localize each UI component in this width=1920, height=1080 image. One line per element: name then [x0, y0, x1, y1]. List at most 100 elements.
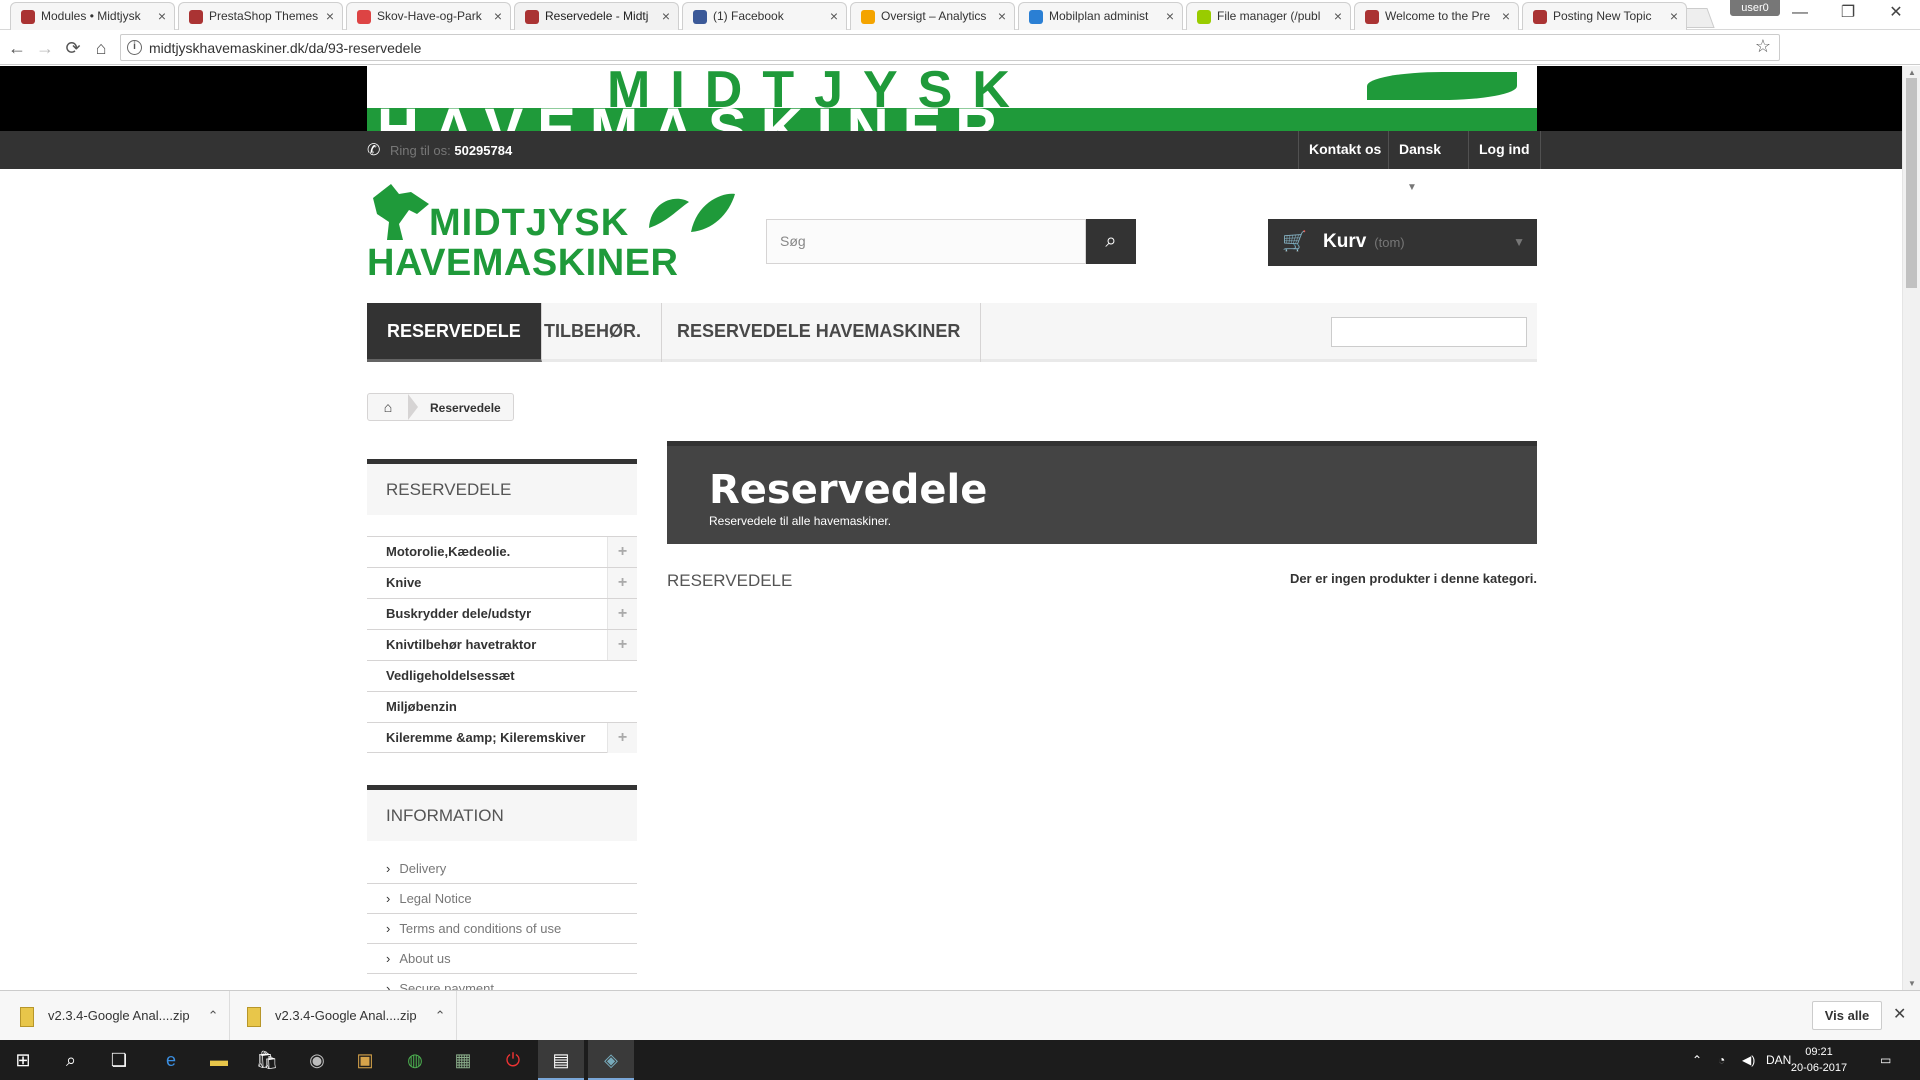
menu-search-input[interactable] — [1331, 317, 1527, 347]
info-link[interactable]: › About us — [367, 944, 637, 974]
tray-chevron-icon[interactable]: ⌃ — [1692, 1040, 1702, 1080]
prestashop-icon — [189, 10, 203, 24]
close-tab-icon[interactable]: × — [1334, 3, 1342, 29]
chevron-up-icon[interactable]: ⌃ — [435, 1008, 446, 1023]
download-item[interactable]: v2.3.4-Google Anal....zip ⌃ — [247, 991, 457, 1041]
category-label: Knive — [386, 575, 422, 590]
store-icon[interactable]: 🛍 — [244, 1040, 290, 1080]
menu-item-tilbehor[interactable]: TILBEHØR. — [524, 303, 662, 362]
site-logo[interactable]: MIDTJYSK HAVEMASKINER — [367, 184, 737, 284]
edge-icon[interactable]: e — [148, 1040, 194, 1080]
bookmark-star-icon[interactable]: ☆ — [1755, 36, 1771, 57]
tab-strip: user0 — ❐ ✕ Modules • Midtjysk × PrestaSho… — [0, 0, 1920, 30]
scrollbar-thumb[interactable] — [1906, 78, 1917, 288]
info-link[interactable]: › Legal Notice — [367, 884, 637, 914]
browser-tab[interactable]: Reservedele - Midtj × — [514, 2, 679, 30]
category-item[interactable]: Knive + — [367, 567, 637, 598]
app-icon[interactable]: ▦ — [440, 1040, 486, 1080]
banner-text-bottom: HAVEMASKINER — [377, 97, 1012, 131]
close-tab-icon[interactable]: × — [998, 3, 1006, 29]
expand-plus-icon[interactable]: + — [607, 568, 637, 598]
close-window-icon[interactable]: ✕ — [1876, 2, 1916, 24]
close-icon[interactable]: ✕ — [1893, 1004, 1906, 1024]
scroll-up-icon[interactable]: ▲ — [1908, 68, 1916, 77]
profile-chip[interactable]: user0 — [1730, 0, 1780, 16]
clock[interactable]: 09:21 20-06-2017 — [1784, 1044, 1854, 1076]
search-input[interactable]: Søg — [766, 219, 1086, 264]
browser-tab[interactable]: Welcome to the Pre × — [1354, 2, 1519, 30]
minimize-icon[interactable]: — — [1780, 2, 1820, 24]
close-tab-icon[interactable]: × — [662, 3, 670, 29]
language-selector[interactable]: Dansk ▼ — [1388, 131, 1463, 193]
notepad-icon[interactable]: ▤ — [538, 1040, 584, 1080]
expand-plus-icon[interactable]: + — [607, 537, 637, 567]
browser-tab[interactable]: (1) Facebook × — [682, 2, 847, 30]
info-link[interactable]: › Delivery — [367, 854, 637, 884]
close-tab-icon[interactable]: × — [1670, 3, 1678, 29]
chevron-up-icon[interactable]: ⌃ — [208, 1008, 219, 1023]
close-tab-icon[interactable]: × — [1502, 3, 1510, 29]
info-link[interactable]: › Secure payment — [367, 974, 637, 990]
category-item[interactable]: Miljøbenzin — [367, 691, 637, 722]
close-tab-icon[interactable]: × — [494, 3, 502, 29]
category-item[interactable]: Buskrydder dele/udstyr + — [367, 598, 637, 629]
show-all-downloads-button[interactable]: Vis alle — [1812, 1001, 1882, 1030]
phone-icon: ✆ — [367, 142, 381, 159]
forward-icon[interactable]: → — [32, 35, 58, 61]
file-explorer-icon[interactable]: ▬ — [196, 1040, 242, 1080]
home-icon[interactable]: ⌂ — [88, 35, 114, 61]
app-icon[interactable]: ◈ — [588, 1040, 634, 1080]
browser-tab[interactable]: Skov-Have-og-Park × — [346, 2, 511, 30]
expand-plus-icon[interactable]: + — [607, 723, 637, 753]
close-tab-icon[interactable]: × — [830, 3, 838, 29]
url-text[interactable]: midtjyskhavemaskiner.dk/da/93-reservedel… — [149, 40, 421, 56]
close-tab-icon[interactable]: × — [158, 3, 166, 29]
browser-tab[interactable]: Mobilplan administ × — [1018, 2, 1183, 30]
category-item[interactable]: Knivtilbehør havetraktor + — [367, 629, 637, 660]
browser-tab[interactable]: Posting New Topic × — [1522, 2, 1687, 30]
expand-plus-icon[interactable]: + — [607, 599, 637, 629]
search-button[interactable]: ⌕ — [1086, 219, 1136, 264]
menu-item-reservedele[interactable]: RESERVEDELE — [367, 303, 542, 362]
chrome-icon[interactable]: ◍ — [392, 1040, 438, 1080]
notification-icon[interactable]: ▭ — [1880, 1040, 1891, 1080]
browser-tab[interactable]: Oversigt – Analytics × — [850, 2, 1015, 30]
expand-plus-icon[interactable]: + — [607, 630, 637, 660]
browser-tab[interactable]: File manager (/publ × — [1186, 2, 1351, 30]
windows-start-icon[interactable]: ⊞ — [0, 1040, 46, 1080]
cart-button[interactable]: 🛒 Kurv (tom) ▼ — [1268, 219, 1537, 266]
breadcrumb-current: Reservedele — [430, 401, 501, 415]
browser-tab[interactable]: PrestaShop Themes × — [178, 2, 343, 30]
close-tab-icon[interactable]: × — [326, 3, 334, 29]
close-tab-icon[interactable]: × — [1166, 3, 1174, 29]
browser-tab[interactable]: Modules • Midtjysk × — [10, 2, 175, 30]
contact-link[interactable]: Kontakt os — [1298, 131, 1391, 169]
task-view-icon[interactable]: ❏ — [96, 1040, 142, 1080]
search-icon[interactable]: ⌕ — [48, 1040, 94, 1080]
prestashop-icon — [525, 10, 539, 24]
reload-icon[interactable]: ⟳ — [60, 35, 86, 61]
leaves-logo-icon — [649, 193, 735, 232]
download-item[interactable]: v2.3.4-Google Anal....zip ⌃ — [20, 991, 230, 1041]
info-link[interactable]: › Terms and conditions of use — [367, 914, 637, 944]
address-bar-row: ← → ⟳ ⌂ i midtjyskhavemaskiner.dk/da/93-… — [0, 30, 1920, 86]
login-link[interactable]: Log ind — [1468, 131, 1541, 169]
app-icon[interactable]: ◉ — [294, 1040, 340, 1080]
back-icon[interactable]: ← — [4, 35, 30, 61]
category-item[interactable]: Motorolie,Kædeolie. + — [367, 536, 637, 567]
restore-icon[interactable]: ❐ — [1828, 2, 1868, 24]
top-banner[interactable]: MIDTJYSK HAVEMASKINER — [367, 66, 1537, 131]
site-info-icon[interactable]: i — [127, 40, 142, 55]
wifi-icon[interactable]: ◔ — [1718, 1040, 1725, 1080]
url-input[interactable]: i midtjyskhavemaskiner.dk/da/93-reserved… — [120, 34, 1780, 61]
category-item[interactable]: Kileremme &amp; Kileremskiver + — [367, 722, 637, 753]
category-item[interactable]: Vedligeholdelsessæt — [367, 660, 637, 691]
scroll-down-icon[interactable]: ▼ — [1908, 979, 1916, 988]
page-scrollbar[interactable]: ▲ ▼ — [1902, 66, 1920, 990]
home-icon[interactable]: ⌂ — [368, 394, 408, 420]
app-icon[interactable]: ▣ — [342, 1040, 388, 1080]
volume-icon[interactable]: ◀) — [1742, 1040, 1755, 1080]
filemanager-icon — [1197, 10, 1211, 24]
menu-item-reservedele-havemaskiner[interactable]: RESERVEDELE HAVEMASKINER — [657, 303, 982, 362]
power-app-icon[interactable]: ⏻ — [490, 1040, 536, 1080]
